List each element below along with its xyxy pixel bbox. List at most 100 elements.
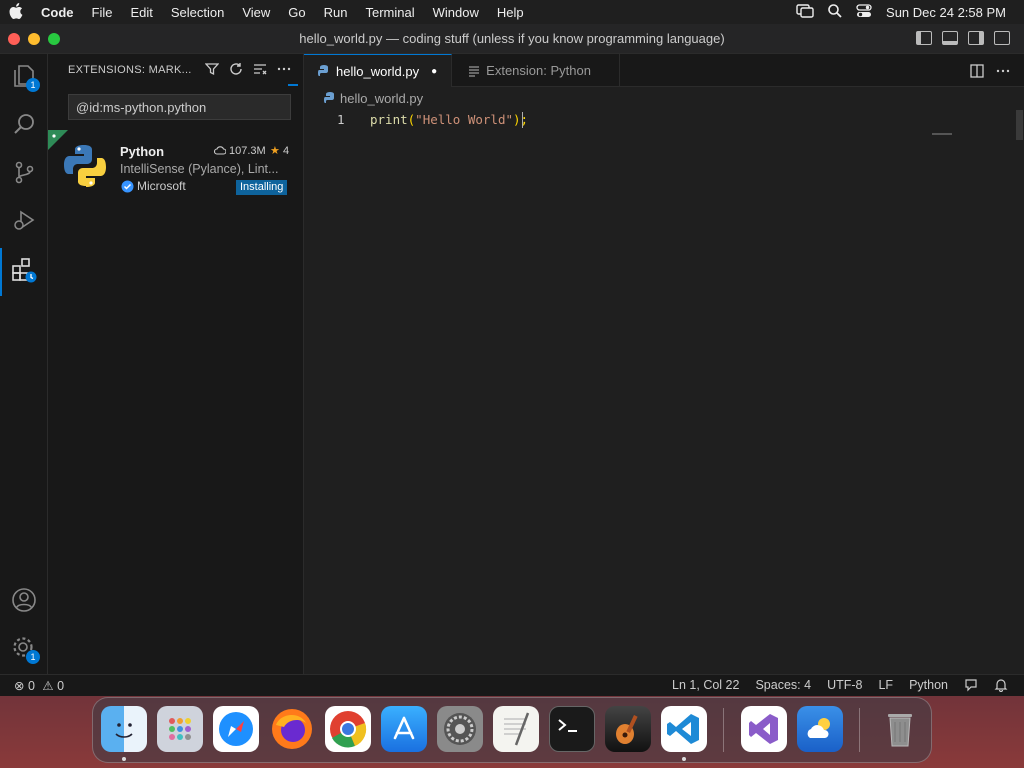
notifications-bell-icon[interactable]: [994, 678, 1008, 695]
extension-name: Python: [120, 144, 165, 159]
tab-label: Extension: Python: [486, 63, 591, 78]
minimize-window-button[interactable]: [28, 32, 40, 45]
code-text[interactable]: print("Hello World");: [370, 112, 528, 127]
vscode-icon[interactable]: [661, 706, 707, 752]
sidebar-title: EXTENSIONS: MARK...: [68, 64, 192, 76]
problems-indicator[interactable]: ⊗ 0 ⚠ 0: [14, 678, 64, 693]
extensions-search-input[interactable]: [68, 94, 291, 120]
finder-icon[interactable]: [101, 706, 147, 752]
minimap[interactable]: [932, 133, 952, 135]
accounts-icon[interactable]: [10, 586, 38, 614]
zoom-window-button[interactable]: [48, 32, 60, 45]
clear-results-icon[interactable]: [253, 62, 267, 80]
garageband-icon[interactable]: [605, 706, 651, 752]
weather-icon[interactable]: [797, 706, 843, 752]
menu-help[interactable]: Help: [488, 5, 533, 20]
extension-list-item[interactable]: Python 107.3M ★ 4 IntelliSense (Pylance)…: [48, 130, 304, 195]
error-count: 0: [27, 679, 35, 693]
terminal-icon[interactable]: [549, 706, 595, 752]
breadcrumb-file[interactable]: hello_world.py: [340, 91, 423, 106]
refresh-icon[interactable]: [229, 62, 243, 80]
apple-menu-icon[interactable]: [0, 2, 32, 22]
control-center-icon[interactable]: [856, 3, 872, 21]
screen-mirroring-icon[interactable]: [796, 3, 814, 21]
line-number: 1: [337, 112, 345, 127]
visual-studio-icon[interactable]: [741, 706, 787, 752]
end-of-line[interactable]: LF: [878, 678, 893, 695]
menu-clock[interactable]: Sun Dec 24 2:58 PM: [886, 5, 1006, 20]
verified-publisher-icon: [121, 180, 134, 193]
toggle-primary-sidebar-icon[interactable]: [916, 31, 932, 45]
vscode-window: hello_world.py — coding stuff (unless if…: [0, 24, 1024, 696]
window-title: hello_world.py — coding stuff (unless if…: [299, 31, 725, 46]
activity-bar: 1 1: [0, 54, 48, 674]
safari-icon[interactable]: [213, 706, 259, 752]
installing-button[interactable]: Installing: [236, 180, 288, 195]
status-bar: ⊗ 0 ⚠ 0 Ln 1, Col 22 Spaces: 4 UTF-8 LF …: [0, 674, 1024, 696]
menu-go[interactable]: Go: [279, 5, 314, 20]
preview-lines-icon: [469, 65, 480, 77]
toggle-secondary-sidebar-icon[interactable]: [968, 31, 984, 45]
split-editor-icon[interactable]: [970, 63, 984, 82]
launchpad-icon[interactable]: [157, 706, 203, 752]
macos-menu-bar: Code File Edit Selection View Go Run Ter…: [0, 0, 1024, 24]
menu-selection[interactable]: Selection: [162, 5, 233, 20]
extensions-icon[interactable]: [10, 256, 38, 284]
source-control-icon[interactable]: [10, 158, 38, 186]
breadcrumb[interactable]: hello_world.py: [324, 91, 423, 106]
extensions-sidebar: EXTENSIONS: MARK... Python 107.3M ★ 4: [48, 54, 304, 674]
vertical-scrollbar[interactable]: [1016, 110, 1023, 140]
explorer-icon[interactable]: 1: [10, 62, 40, 92]
manage-gear-icon[interactable]: 1: [10, 634, 40, 664]
menu-file[interactable]: File: [83, 5, 122, 20]
toggle-panel-icon[interactable]: [942, 31, 958, 45]
more-actions-icon[interactable]: [277, 62, 291, 80]
textedit-icon[interactable]: [493, 706, 539, 752]
macos-dock: [92, 697, 932, 763]
progress-indicator: [288, 84, 298, 86]
app-store-icon[interactable]: [381, 706, 427, 752]
firefox-icon[interactable]: [269, 706, 315, 752]
python-logo-icon: [64, 145, 106, 187]
filter-icon[interactable]: [204, 62, 220, 80]
unsaved-dot-icon[interactable]: ●: [431, 66, 437, 77]
menu-view[interactable]: View: [233, 5, 279, 20]
trash-icon[interactable]: [877, 706, 923, 752]
cursor-position[interactable]: Ln 1, Col 22: [672, 678, 739, 695]
run-and-debug-icon[interactable]: [10, 206, 38, 234]
code-close: );: [513, 112, 529, 127]
spotlight-search-icon[interactable]: [828, 3, 842, 21]
language-mode[interactable]: Python: [909, 678, 948, 695]
menu-window[interactable]: Window: [424, 5, 488, 20]
extension-description: IntelliSense (Pylance), Lint...: [120, 162, 279, 176]
system-settings-icon[interactable]: [437, 706, 483, 752]
menu-run[interactable]: Run: [315, 5, 357, 20]
editor-area: hello_world.py ● Extension: Python hello…: [304, 54, 1024, 674]
search-icon[interactable]: [10, 110, 38, 138]
python-file-icon: [324, 92, 334, 103]
tab-extension-python[interactable]: Extension: Python: [452, 54, 620, 87]
feedback-icon[interactable]: [964, 678, 978, 695]
app-menu-code[interactable]: Code: [32, 5, 83, 20]
menu-edit[interactable]: Edit: [121, 5, 161, 20]
editor-more-actions-icon[interactable]: [996, 63, 1010, 82]
encoding[interactable]: UTF-8: [827, 678, 862, 695]
tab-hello-world[interactable]: hello_world.py ●: [304, 54, 453, 87]
customize-layout-icon[interactable]: [994, 31, 1010, 45]
download-count: 107.3M: [214, 145, 266, 157]
text-cursor: [522, 112, 523, 128]
finder-running-dot: [122, 757, 126, 761]
tab-label: hello_world.py: [336, 63, 420, 79]
error-icon: ⊗: [14, 679, 25, 693]
chrome-icon[interactable]: [325, 706, 371, 752]
star-icon: ★: [270, 145, 280, 157]
code-line[interactable]: 1 print("Hello World");: [304, 110, 1024, 132]
indentation[interactable]: Spaces: 4: [755, 678, 811, 695]
rating: ★ 4: [270, 144, 289, 157]
code-string: "Hello World": [415, 112, 514, 127]
python-file-icon: [318, 65, 328, 76]
menu-terminal[interactable]: Terminal: [357, 5, 424, 20]
close-window-button[interactable]: [8, 32, 20, 45]
download-count-value: 107.3M: [229, 145, 266, 157]
warning-count: 0: [57, 679, 65, 693]
